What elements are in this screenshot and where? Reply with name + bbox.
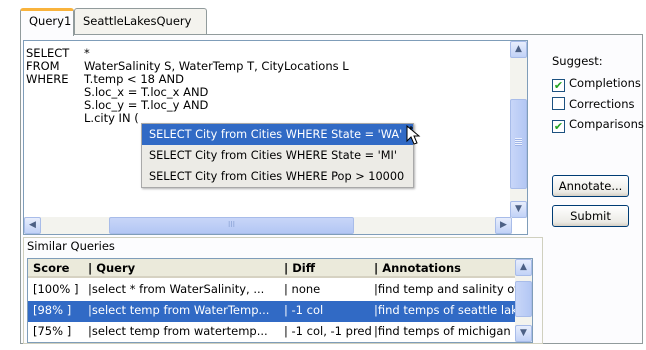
score-cell: [100% ]: [33, 282, 79, 296]
query-cell: |select temp from WaterTemp...: [88, 303, 270, 317]
annotate-button[interactable]: Annotate...: [552, 175, 629, 197]
column-header-query[interactable]: | Query: [86, 259, 282, 278]
similar-queries-title: Similar Queries: [27, 239, 115, 253]
score-cell: [98% ]: [33, 303, 72, 317]
suggest-label: Suggest:: [552, 54, 603, 68]
scroll-down-button[interactable]: ▼: [510, 201, 527, 218]
editor-horizontal-scrollbar[interactable]: ◀ III ▶: [24, 217, 512, 234]
column-header-score[interactable]: Score: [31, 259, 91, 278]
editor-vertical-scrollbar[interactable]: ▲ ▼: [510, 41, 527, 218]
diff-cell: | -1 col: [284, 303, 324, 317]
annotation-cell: |find temps of seattle lak: [374, 303, 517, 317]
autocomplete-popup: SELECT City from Cities WHERE State = 'W…: [141, 123, 414, 188]
autocomplete-item[interactable]: SELECT City from Cities WHERE Pop > 1000…: [142, 166, 413, 187]
table-row[interactable]: [100% ] |select * from WaterSalinity, ..…: [28, 280, 517, 301]
checkbox-label: Comparisons: [569, 117, 644, 131]
diff-cell: | -1 col, -1 pred: [284, 324, 372, 338]
annotation-cell: |find temp and salinity of: [374, 282, 517, 296]
tab-seattle-lakes-query[interactable]: SeattleLakesQuery: [74, 8, 207, 35]
score-cell: [75% ]: [33, 324, 72, 338]
checkbox-unchecked-icon[interactable]: [552, 97, 565, 110]
sql-line: L.city IN (: [84, 111, 139, 125]
scroll-thumb[interactable]: [515, 281, 532, 317]
mouse-pointer-icon: [406, 125, 421, 145]
submit-button[interactable]: Submit: [552, 205, 629, 227]
query-cell: |select temp from watertemp...: [88, 324, 268, 338]
scroll-right-button[interactable]: ▶: [495, 217, 512, 234]
completions-checkbox[interactable]: ✔ Completions: [552, 76, 641, 92]
autocomplete-item[interactable]: SELECT City from Cities WHERE State = 'W…: [142, 124, 413, 145]
table-header: Score | Query | Diff | Annotations: [28, 259, 517, 278]
scroll-up-button[interactable]: ▲: [510, 41, 527, 58]
scroll-thumb[interactable]: [510, 99, 527, 189]
scroll-thumb[interactable]: III: [109, 217, 354, 234]
table-row[interactable]: [75% ] |select temp from watertemp... | …: [28, 322, 517, 343]
checkbox-checked-icon[interactable]: ✔: [552, 79, 565, 92]
similar-queries-table[interactable]: Score | Query | Diff | Annotations [100%…: [27, 258, 533, 343]
diff-cell: | none: [284, 282, 321, 296]
sql-keyword: WHERE: [26, 72, 69, 86]
table-vertical-scrollbar[interactable]: ▲ ▼: [515, 259, 532, 342]
checkbox-label: Corrections: [569, 97, 635, 111]
checkbox-checked-icon[interactable]: ✔: [552, 120, 565, 133]
query-cell: |select * from WaterSalinity, ...: [88, 282, 265, 296]
corrections-checkbox[interactable]: Corrections: [552, 97, 635, 113]
annotation-cell: |find temps of michigan l: [374, 324, 517, 338]
column-header-diff[interactable]: | Diff: [282, 259, 372, 278]
autocomplete-item[interactable]: SELECT City from Cities WHERE State = 'M…: [142, 145, 413, 166]
tab-query1[interactable]: Query1: [20, 8, 74, 36]
query-editor[interactable]: SELECT * FROM WaterSalinity S, WaterTemp…: [23, 40, 528, 235]
checkbox-label: Completions: [569, 76, 641, 90]
scroll-down-button[interactable]: ▼: [515, 325, 532, 342]
comparisons-checkbox[interactable]: ✔ Comparisons: [552, 117, 644, 133]
scroll-left-button[interactable]: ◀: [24, 217, 41, 234]
similar-queries-panel: Similar Queries Score | Query | Diff | A…: [23, 237, 543, 344]
scroll-up-button[interactable]: ▲: [515, 259, 532, 276]
column-header-annotations[interactable]: | Annotations: [372, 259, 517, 278]
table-row[interactable]: [98% ] |select temp from WaterTemp... | …: [28, 301, 517, 322]
